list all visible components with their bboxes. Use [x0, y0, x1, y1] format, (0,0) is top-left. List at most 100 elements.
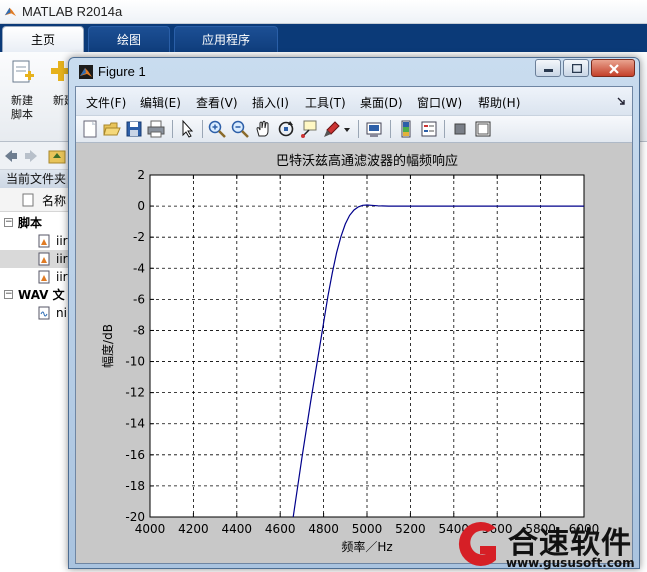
collapse-icon[interactable]: −: [4, 218, 13, 227]
new-figure-icon[interactable]: [80, 119, 100, 139]
data-cursor-icon[interactable]: [299, 119, 319, 139]
forward-arrow-icon[interactable]: [24, 149, 38, 163]
chart-svg: 4000 4200 4400 4600 4800 5000 5200 5400 5600 5800…: [100, 153, 599, 554]
open-file-icon[interactable]: [102, 119, 122, 139]
figure-client-area: 文件(F) 编辑(E) 查看(V) 插入(I) 工具(T) 桌面(D) 窗口(W…: [75, 86, 633, 564]
figure-toolbar: [76, 115, 632, 143]
matlab-titlebar: MATLAB R2014a: [0, 0, 647, 24]
chart-title: 巴特沃兹高通滤波器的幅频响应: [276, 153, 458, 169]
print-icon[interactable]: [146, 119, 166, 139]
rotate-3d-icon[interactable]: [276, 119, 296, 139]
m-file-icon: [38, 252, 50, 266]
watermark-url: www.gususoft.com: [506, 556, 635, 570]
tree-file-label: iir: [56, 270, 68, 284]
tree-group-label: 脚本: [18, 216, 43, 230]
close-icon: [609, 64, 619, 74]
toolbar-separator: [358, 120, 359, 138]
legend-icon[interactable]: [419, 119, 439, 139]
tree-group-wav[interactable]: − WAV 文: [0, 286, 75, 304]
x-tick-label: 4400: [222, 522, 253, 536]
matlab-logo-icon: [79, 65, 93, 79]
menu-edit[interactable]: 编辑(E): [140, 94, 181, 111]
back-arrow-icon[interactable]: [4, 149, 18, 163]
name-column-label[interactable]: 名称: [42, 192, 66, 209]
x-tick-label: 4800: [308, 522, 339, 536]
brush-dropdown-icon[interactable]: [342, 119, 352, 139]
file-list-column-header: 名称: [0, 188, 75, 212]
m-file-icon: [38, 234, 50, 248]
menu-desktop[interactable]: 桌面(D): [360, 94, 403, 111]
tree-file-item[interactable]: ni: [0, 304, 75, 322]
folder-nav-bar: [0, 142, 75, 170]
file-column-icon: [22, 193, 34, 207]
menubar-dock-arrow-icon[interactable]: [617, 97, 625, 105]
tree-file-item-selected[interactable]: iir: [0, 250, 75, 268]
tree-file-label: ni: [56, 306, 67, 320]
current-folder-header: 当前文件夹: [0, 170, 75, 188]
colorbar-icon[interactable]: [396, 119, 416, 139]
y-tick-label: -4: [133, 261, 145, 275]
zoom-out-icon[interactable]: [230, 119, 250, 139]
x-tick-label: 4600: [265, 522, 296, 536]
figure-menubar: 文件(F) 编辑(E) 查看(V) 插入(I) 工具(T) 桌面(D) 窗口(W…: [76, 87, 632, 115]
y-tick-label: -18: [125, 479, 145, 493]
toolbar-separator: [202, 120, 203, 138]
figure-title: Figure 1: [98, 64, 146, 79]
chart-ylabel: 幅度/dB: [100, 324, 115, 368]
save-icon[interactable]: [124, 119, 144, 139]
menu-window[interactable]: 窗口(W): [417, 94, 462, 111]
zoom-in-icon[interactable]: [207, 119, 227, 139]
y-tick-label: -16: [125, 448, 145, 462]
menu-tools[interactable]: 工具(T): [305, 94, 346, 111]
x-tick-label: 4200: [178, 522, 209, 536]
tab-plots-label: 绘图: [116, 33, 141, 47]
tree-file-label: iir: [56, 252, 68, 266]
tab-plots[interactable]: 绘图: [88, 26, 170, 52]
tab-apps-label: 应用程序: [201, 33, 250, 47]
pan-hand-icon[interactable]: [253, 119, 273, 139]
y-tick-label: -6: [133, 292, 145, 306]
close-button[interactable]: [591, 59, 635, 77]
wav-file-icon: [38, 306, 50, 320]
tree-group-label: WAV 文: [18, 288, 65, 302]
figure-window: Figure 1 文件(F) 编辑(E) 查看(V) 插入(I) 工具(T) 桌…: [68, 57, 640, 569]
maximize-icon: [572, 64, 582, 73]
figure-titlebar[interactable]: Figure 1: [69, 58, 639, 86]
y-tick-label: -20: [125, 510, 145, 524]
matlab-title: MATLAB R2014a: [22, 4, 123, 19]
matlab-logo-icon: [4, 7, 17, 17]
menu-view[interactable]: 查看(V): [196, 94, 238, 111]
file-tree: − 脚本 iir iir iir − WAV 文 ni: [0, 212, 75, 572]
x-tick-label: 5000: [352, 522, 383, 536]
hide-plot-tools-icon[interactable]: [450, 119, 470, 139]
tree-file-item[interactable]: iir: [0, 268, 75, 286]
new-script-button[interactable]: 新建 脚本: [2, 58, 42, 122]
tab-home-label: 主页: [30, 33, 55, 47]
watermark-logo-icon: [458, 522, 496, 566]
chart-xlabel: 频率／Hz: [341, 539, 392, 554]
new-script-icon: [12, 60, 34, 83]
new-script-label-1: 新建: [11, 94, 33, 107]
maximize-button[interactable]: [563, 59, 589, 77]
y-tick-label: -10: [125, 355, 145, 369]
select-arrow-icon[interactable]: [177, 119, 197, 139]
tab-apps[interactable]: 应用程序: [174, 26, 278, 52]
tree-file-item[interactable]: iir: [0, 232, 75, 250]
link-plot-icon[interactable]: [364, 119, 384, 139]
toolbar-separator: [444, 120, 445, 138]
tab-home[interactable]: 主页: [2, 26, 84, 52]
menu-file[interactable]: 文件(F): [86, 94, 126, 111]
tree-group-scripts[interactable]: − 脚本: [0, 214, 75, 232]
toolbar-separator: [172, 120, 173, 138]
menu-insert[interactable]: 插入(I): [252, 94, 289, 111]
menu-help[interactable]: 帮助(H): [478, 94, 520, 111]
up-folder-icon[interactable]: [48, 148, 66, 164]
x-tick-label: 5200: [395, 522, 426, 536]
collapse-icon[interactable]: −: [4, 290, 13, 299]
new-script-label-2: 脚本: [11, 108, 33, 121]
minimize-button[interactable]: [535, 59, 561, 77]
watermark: 合速软件 www.gususoft.com: [446, 512, 647, 572]
show-plot-tools-icon[interactable]: [473, 119, 493, 139]
y-tick-label: -8: [133, 323, 145, 337]
brush-icon[interactable]: [322, 119, 342, 139]
